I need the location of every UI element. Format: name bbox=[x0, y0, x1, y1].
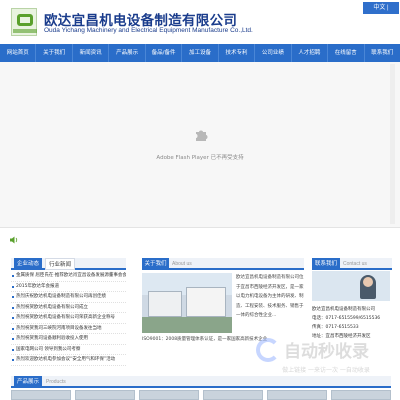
main-nav: 网站首页 关于我们 新闻资讯 产品展示 备品/备件 加工设备 技术专利 公司业绩… bbox=[0, 44, 400, 62]
news-item[interactable]: 金属质保 屈臣氏在·推荐欧达肖宜昌设备发展源董事会会 bbox=[11, 271, 126, 282]
product-thumb[interactable] bbox=[11, 390, 71, 400]
tab-contact[interactable]: 联系我们 bbox=[312, 258, 340, 270]
news-item[interactable]: 热烈祝贺欧达机电设备有限公司荣获高新企业称号 bbox=[11, 313, 126, 324]
nav-item-patents[interactable]: 技术专利 bbox=[219, 44, 256, 62]
news-item[interactable]: 热烈祝贺我司三峡院河南项目设备发往当地 bbox=[11, 324, 126, 334]
contact-header: 联系我们 Contact us bbox=[312, 258, 392, 270]
news-item[interactable]: 国家电网公司 领导到我公司考察 bbox=[11, 345, 126, 355]
nav-item-home[interactable]: 网站首页 bbox=[0, 44, 37, 62]
contact-line: 电话：0717-6515599/6515536 bbox=[312, 316, 381, 321]
nav-item-equipment[interactable]: 加工设备 bbox=[182, 44, 219, 62]
customer-service-photo bbox=[312, 271, 390, 301]
page: 欧达宜昌机电设备制造有限公司 Ouda Yichang Machinery an… bbox=[0, 0, 400, 400]
products-header: 产品展示 Products bbox=[11, 376, 391, 388]
tab-products[interactable]: 产品展示 bbox=[14, 376, 42, 388]
watermark-logo-icon bbox=[256, 338, 280, 362]
contact-line: 传真：0717-6515533 bbox=[312, 325, 359, 330]
company-logo[interactable] bbox=[11, 8, 37, 36]
photo-face bbox=[363, 277, 373, 287]
nav-item-message[interactable]: 在线留言 bbox=[328, 44, 365, 62]
factory-photo[interactable] bbox=[142, 273, 232, 333]
product-thumb[interactable] bbox=[203, 390, 263, 400]
about-text: 欧达宜昌机电设备制造有限公司位于宜昌市西陵经济开发区，是一家以电力机电设备为主体… bbox=[236, 275, 304, 318]
about-sub-label: About us bbox=[172, 261, 192, 267]
product-thumb[interactable] bbox=[267, 390, 327, 400]
site-header: 欧达宜昌机电设备制造有限公司 Ouda Yichang Machinery an… bbox=[0, 0, 400, 44]
about-header: 关于我们 About us bbox=[142, 258, 304, 270]
watermark: 自动秒收录 做上链接 一来访一次 一自动收录 bbox=[256, 336, 396, 376]
contact-line: 欧达宜昌机电设备制造有限公司 bbox=[312, 307, 375, 312]
company-name-cn: 欧达宜昌机电设备制造有限公司 bbox=[44, 13, 238, 29]
speaker-icon[interactable] bbox=[10, 236, 19, 244]
flash-banner[interactable] bbox=[0, 62, 400, 228]
tab-industry-news[interactable]: 行业新闻 bbox=[45, 258, 75, 270]
banner-scrollbar[interactable] bbox=[390, 64, 395, 224]
news-item[interactable]: 热烈祝贺我司设备顺利验收投入使用 bbox=[11, 334, 126, 345]
nav-item-performance[interactable]: 公司业绩 bbox=[255, 44, 292, 62]
products-sub-label: Products bbox=[46, 379, 66, 385]
nav-item-about[interactable]: 关于我们 bbox=[36, 44, 73, 62]
tab-company-news[interactable]: 企业动态 bbox=[14, 258, 42, 270]
flash-unsupported-text: Adobe Flash Player 已不再受支持 bbox=[156, 155, 244, 161]
plugin-puzzle-icon bbox=[196, 130, 208, 141]
news-item[interactable]: 热烈欢迎欧达机电参加会议“安全用气和环保”活动 bbox=[11, 355, 126, 366]
news-header: 企业动态 行业新闻 bbox=[11, 258, 126, 270]
nav-item-contact[interactable]: 联系我们 bbox=[365, 44, 400, 62]
logo-mark-icon bbox=[17, 14, 33, 26]
nav-item-news[interactable]: 新闻资讯 bbox=[73, 44, 110, 62]
product-thumb[interactable] bbox=[75, 390, 135, 400]
nav-item-careers[interactable]: 人才招聘 bbox=[292, 44, 329, 62]
product-thumbnails bbox=[11, 390, 391, 400]
photo-building bbox=[148, 291, 182, 317]
nav-item-spare-parts[interactable]: 备品/备件 bbox=[146, 44, 183, 62]
company-name-en: Ouda Yichang Machinery and Electrical Eq… bbox=[44, 27, 253, 34]
tab-about[interactable]: 关于我们 bbox=[142, 258, 169, 270]
news-list: 金属质保 屈臣氏在·推荐欧达肖宜昌设备发展源董事会会 2015年欧达年会报道 热… bbox=[11, 271, 126, 366]
news-item[interactable]: 热烈庆祝欧达机电设备制造有限公司再创佳绩 bbox=[11, 292, 126, 303]
contact-sub-label: Contact us bbox=[343, 261, 367, 267]
news-item[interactable]: 热烈祝贺欧达机电设备有限公司成立 bbox=[11, 303, 126, 313]
watermark-subtitle: 做上链接 一来访一次 一自动收录 bbox=[282, 367, 370, 374]
product-thumb[interactable] bbox=[331, 390, 391, 400]
watermark-title: 自动秒收录 bbox=[284, 342, 369, 362]
photo-building bbox=[186, 287, 226, 317]
language-switch[interactable]: 中文 | English bbox=[363, 2, 399, 23]
nav-item-products[interactable]: 产品展示 bbox=[109, 44, 146, 62]
news-item[interactable]: 2015年欧达年会报道 bbox=[11, 282, 126, 292]
product-thumb[interactable] bbox=[139, 390, 199, 400]
photo-ground bbox=[142, 317, 232, 333]
logo-sub-icon bbox=[13, 29, 37, 33]
